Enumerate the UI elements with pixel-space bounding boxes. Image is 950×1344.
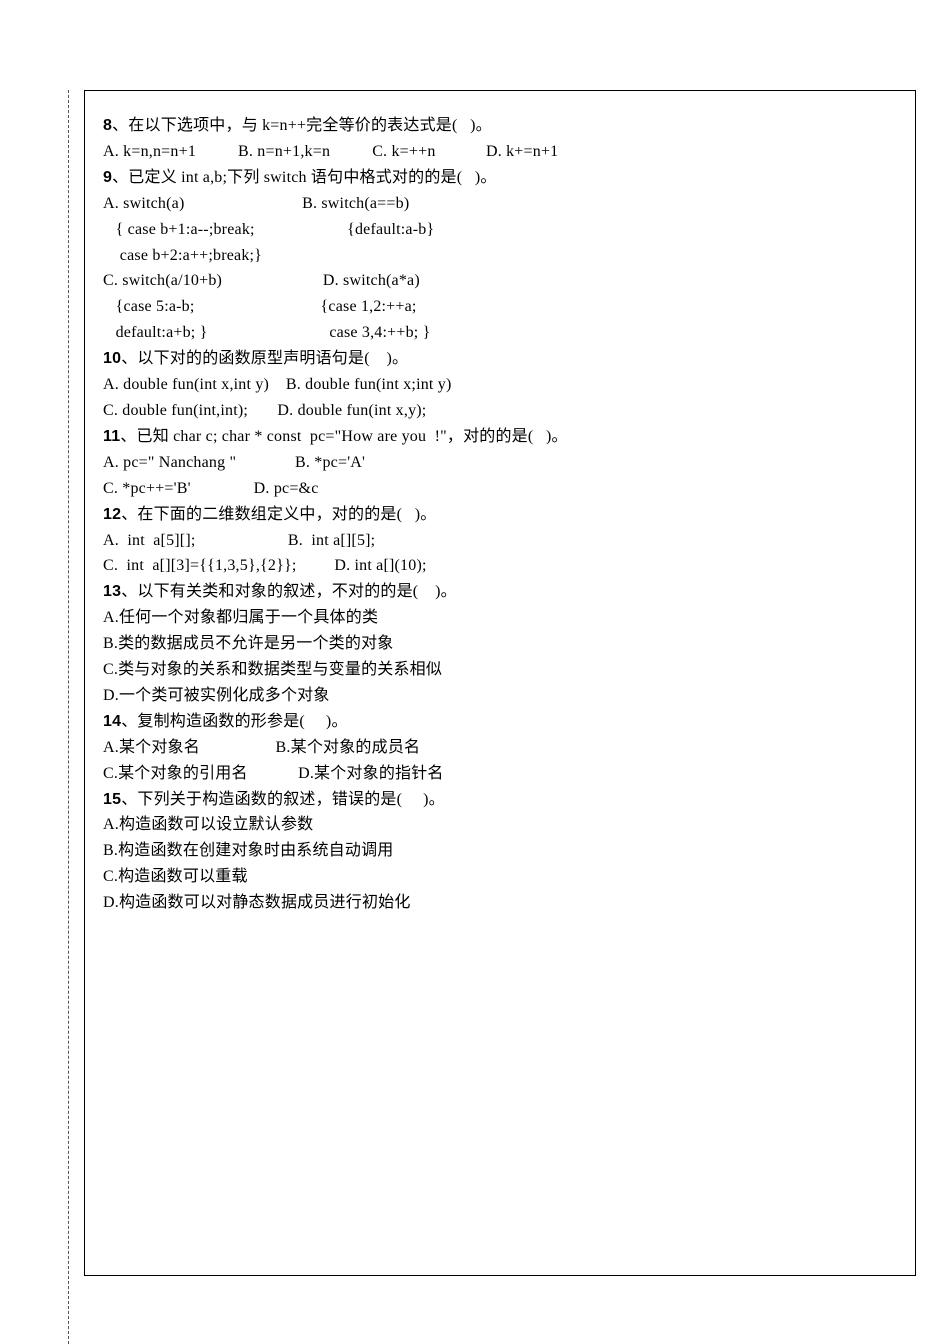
q14-l2: C.某个对象的引用名 D.某个对象的指针名 xyxy=(103,761,897,787)
q10-l1: A. double fun(int x,int y) B. double fun… xyxy=(103,372,897,398)
q14-num: 14 xyxy=(103,713,121,730)
q11-head: 11、已知 char c; char * const pc="How are y… xyxy=(103,424,897,450)
q11-l2: C. *pc++='B' D. pc=&c xyxy=(103,476,897,502)
q9-c3: default:a+b; } xyxy=(103,324,208,341)
q9-head: 9、已定义 int a,b;下列 switch 语句中格式对的的是( )。 xyxy=(103,165,897,191)
q8-text: 、在以下选项中，与 k=n++完全等价的表达式是( )。 xyxy=(112,117,492,134)
q9-a1: A. switch(a) xyxy=(103,195,185,212)
q9-c2: {case 5:a-b; xyxy=(103,298,195,315)
q9-a2: { case b+1:a--;break; xyxy=(103,221,255,238)
q10-l2: C. double fun(int,int); D. double fun(in… xyxy=(103,398,897,424)
q10-head: 10、以下对的的函数原型声明语句是( )。 xyxy=(103,346,897,372)
q14-text: 、复制构造函数的形参是( )。 xyxy=(121,713,347,730)
content-frame: 8、在以下选项中，与 k=n++完全等价的表达式是( )。 A. k=n,n=n… xyxy=(84,90,916,1276)
q15-d: D.构造函数可以对静态数据成员进行初始化 xyxy=(103,890,897,916)
q12-num: 12 xyxy=(103,506,121,523)
q11-text: 、已知 char c; char * const pc="How are you… xyxy=(120,428,567,445)
q9-l5: {case 5:a-b; {case 1,2:++a; xyxy=(103,294,897,320)
q8-d: D. k+=n+1 xyxy=(486,143,558,160)
q8-a: A. k=n,n=n+1 xyxy=(103,143,196,160)
q9-c1: C. switch(a/10+b) xyxy=(103,272,222,289)
q10-text: 、以下对的的函数原型声明语句是( )。 xyxy=(121,350,408,367)
q8-head: 8、在以下选项中，与 k=n++完全等价的表达式是( )。 xyxy=(103,113,897,139)
q13-d: D.一个类可被实例化成多个对象 xyxy=(103,683,897,709)
q15-head: 15、下列关于构造函数的叙述，错误的是( )。 xyxy=(103,787,897,813)
q12-head: 12、在下面的二维数组定义中，对的的是( )。 xyxy=(103,502,897,528)
dashed-margin xyxy=(68,90,69,1344)
q9-text: 、已定义 int a,b;下列 switch 语句中格式对的的是( )。 xyxy=(112,169,496,186)
q11-l1: A. pc=" Nanchang " B. *pc='A' xyxy=(103,450,897,476)
q13-head: 13、以下有关类和对象的叙述，不对的的是( )。 xyxy=(103,579,897,605)
q14-head: 14、复制构造函数的形参是( )。 xyxy=(103,709,897,735)
q12-l1: A. int a[5][]; B. int a[][5]; xyxy=(103,528,897,554)
q15-c: C.构造函数可以重载 xyxy=(103,864,897,890)
q9-b1: B. switch(a==b) xyxy=(302,195,409,212)
q12-text: 、在下面的二维数组定义中，对的的是( )。 xyxy=(121,506,436,523)
q9-l6: default:a+b; } case 3,4:++b; } xyxy=(103,320,897,346)
q10-num: 10 xyxy=(103,350,121,367)
q9-num: 9 xyxy=(103,169,112,186)
q11-num: 11 xyxy=(103,428,120,445)
q9-d1: D. switch(a*a) xyxy=(323,272,420,289)
q8-num: 8 xyxy=(103,117,112,134)
q14-l1: A.某个对象名 B.某个对象的成员名 xyxy=(103,735,897,761)
q13-c: C.类与对象的关系和数据类型与变量的关系相似 xyxy=(103,657,897,683)
q15-a: A.构造函数可以设立默认参数 xyxy=(103,812,897,838)
q15-text: 、下列关于构造函数的叙述，错误的是( )。 xyxy=(121,791,445,808)
q13-text: 、以下有关类和对象的叙述，不对的的是( )。 xyxy=(121,583,457,600)
q12-l2: C. int a[][3]={{1,3,5},{2}}; D. int a[](… xyxy=(103,553,897,579)
q8-c: C. k=++n xyxy=(372,143,435,160)
page: 8、在以下选项中，与 k=n++完全等价的表达式是( )。 A. k=n,n=n… xyxy=(0,0,950,1344)
q9-l3: case b+2:a++;break;} xyxy=(103,243,897,269)
q13-num: 13 xyxy=(103,583,121,600)
q9-l1: A. switch(a) B. switch(a==b) xyxy=(103,191,897,217)
q15-num: 15 xyxy=(103,791,121,808)
q13-b: B.类的数据成员不允许是另一个类的对象 xyxy=(103,631,897,657)
q15-b: B.构造函数在创建对象时由系统自动调用 xyxy=(103,838,897,864)
q9-a3: case b+2:a++;break;} xyxy=(103,247,262,264)
q9-d3: case 3,4:++b; } xyxy=(325,324,430,341)
q9-d2: {case 1,2:++a; xyxy=(321,298,417,315)
q9-l2: { case b+1:a--;break; {default:a-b} xyxy=(103,217,897,243)
q8-opts: A. k=n,n=n+1 B. n=n+1,k=n C. k=++n D. k+… xyxy=(103,139,897,165)
q9-b2: {default:a-b} xyxy=(347,221,434,238)
q13-a: A.任何一个对象都归属于一个具体的类 xyxy=(103,605,897,631)
q8-b: B. n=n+1,k=n xyxy=(238,143,330,160)
q9-l4: C. switch(a/10+b) D. switch(a*a) xyxy=(103,268,897,294)
